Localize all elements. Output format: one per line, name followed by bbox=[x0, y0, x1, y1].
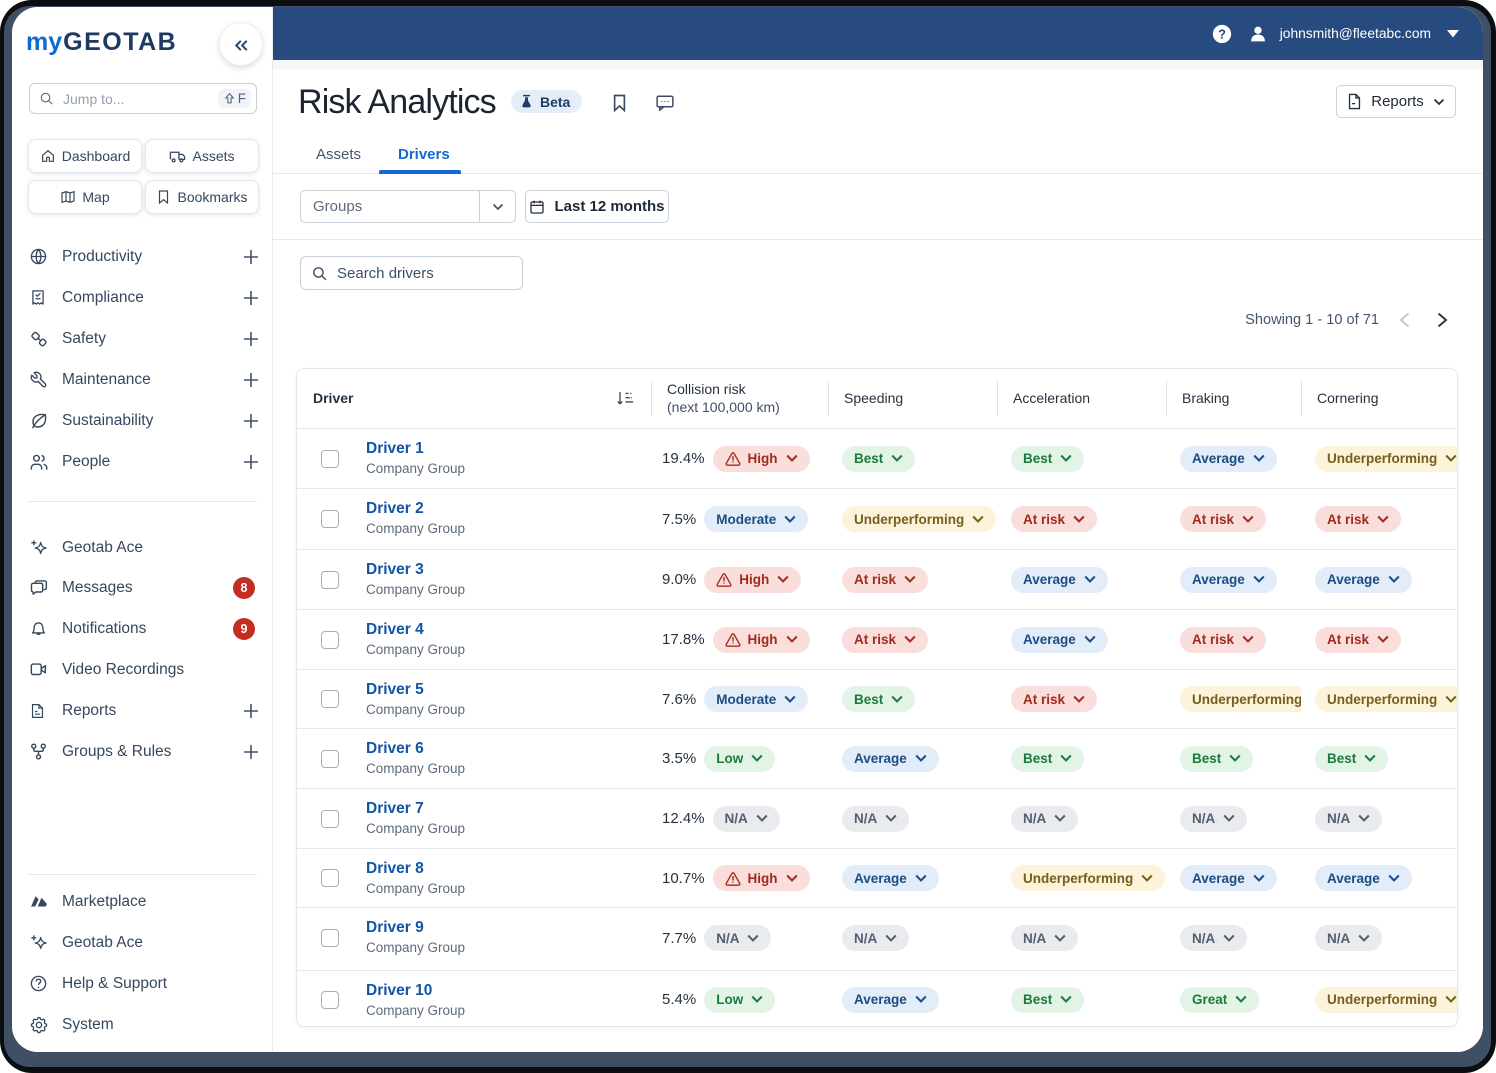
svg-text:?: ? bbox=[1218, 26, 1226, 41]
